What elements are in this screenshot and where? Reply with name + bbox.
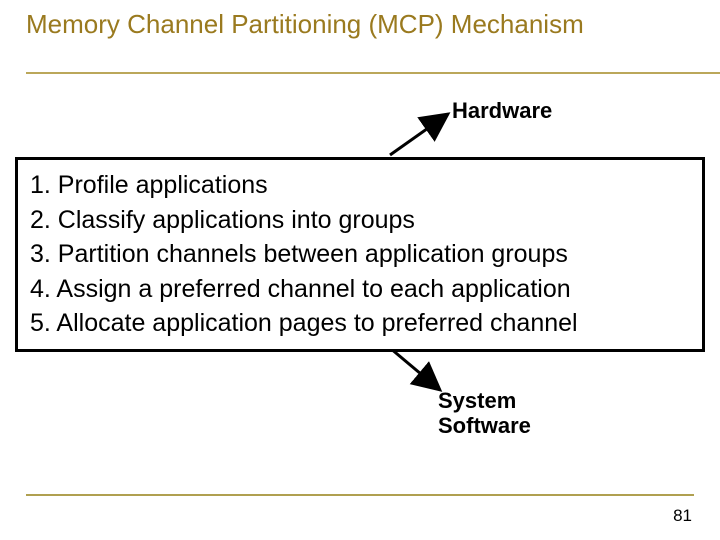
list-item: 3. Partition channels between applicatio… [30, 237, 692, 272]
list-item: 2. Classify applications into groups [30, 203, 692, 238]
slide-title: Memory Channel Partitioning (MCP) Mechan… [26, 8, 694, 41]
steps-box: 1. Profile applications 2. Classify appl… [15, 157, 705, 352]
hardware-label: Hardware [452, 98, 552, 124]
title-underline [26, 72, 720, 74]
list-item: 5. Allocate application pages to preferr… [30, 306, 692, 341]
arrow-to-software [390, 348, 440, 390]
arrow-to-hardware [390, 114, 448, 155]
list-item: 4. Assign a preferred channel to each ap… [30, 272, 692, 307]
software-label: System Software [438, 388, 531, 439]
list-item: 1. Profile applications [30, 168, 692, 203]
slide: Memory Channel Partitioning (MCP) Mechan… [0, 0, 720, 540]
footer-rule [26, 494, 694, 496]
page-number: 81 [673, 506, 692, 526]
